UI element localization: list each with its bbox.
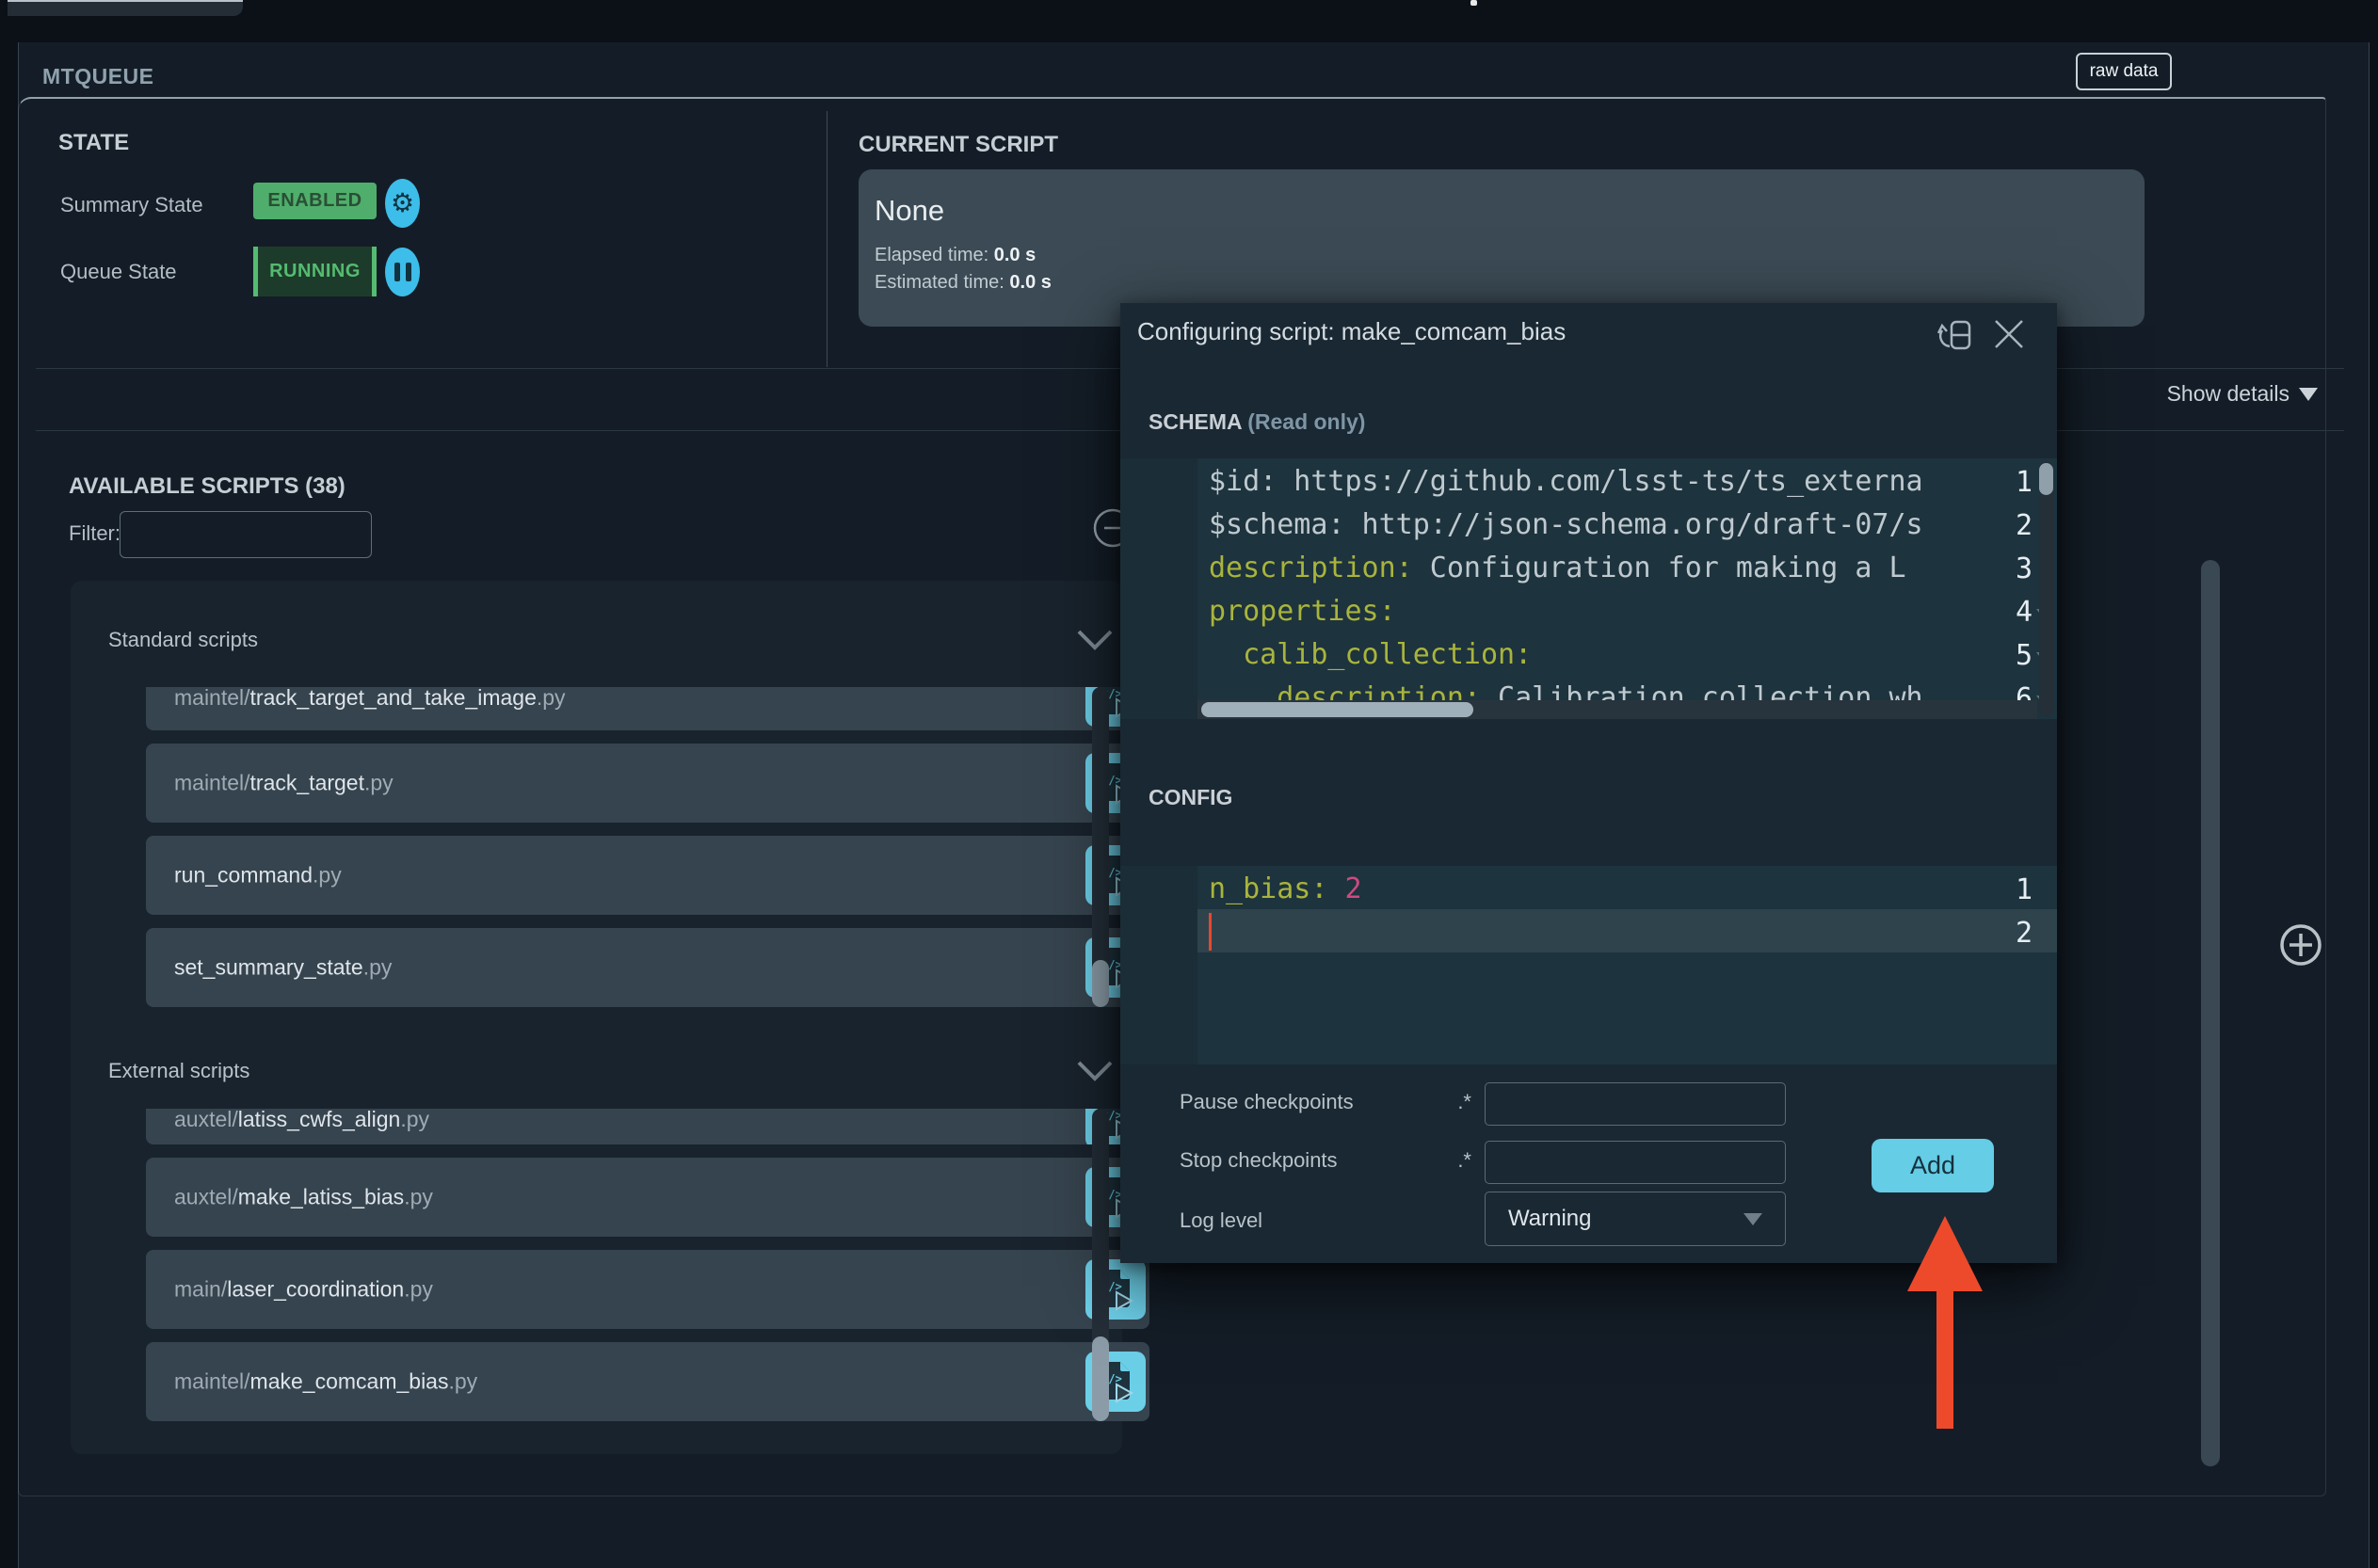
stop-checkpoints-label: Stop checkpoints .* bbox=[1180, 1148, 1471, 1172]
line-number: 4 bbox=[2015, 596, 2033, 629]
line-number: 1 bbox=[2015, 873, 2033, 906]
page-title: MTQUEUE bbox=[42, 64, 154, 88]
pause-checkpoints-label: Pause checkpoints .* bbox=[1180, 1090, 1471, 1113]
schema-vertical-scrollbar[interactable] bbox=[2039, 461, 2053, 716]
code-line: n_bias: 2 bbox=[1209, 872, 1362, 905]
current-script-name: None bbox=[875, 194, 945, 227]
available-scripts-title: AVAILABLE SCRIPTS (38) bbox=[69, 473, 345, 499]
script-item[interactable]: set_summary_state.py </> bbox=[146, 928, 1149, 1007]
script-filename: run_command.py bbox=[174, 862, 342, 888]
script-filename: maintel/track_target.py bbox=[174, 770, 394, 795]
script-item[interactable]: maintel/track_target.py </> bbox=[146, 744, 1149, 823]
group-label: Standard scripts bbox=[108, 628, 258, 651]
schema-gutter bbox=[1120, 458, 1197, 719]
code-line: properties: bbox=[1209, 595, 1396, 628]
script-item[interactable]: auxtel/latiss_cwfs_align.py </> bbox=[146, 1109, 1149, 1144]
standard-scrollbar[interactable] bbox=[1092, 687, 1109, 1007]
pause-checkpoints-input[interactable] bbox=[1485, 1082, 1786, 1126]
script-filename: main/laser_coordination.py bbox=[174, 1276, 433, 1302]
script-item[interactable]: maintel/make_comcam_bias.py </> bbox=[146, 1342, 1149, 1421]
code-line: $schema: http://json-schema.org/draft-07… bbox=[1209, 508, 1923, 541]
pause-queue-button[interactable] bbox=[385, 248, 420, 296]
code-line: $id: https://github.com/lsst-ts/ts_exter… bbox=[1209, 465, 1923, 498]
config-section-label: CONFIG bbox=[1149, 785, 1233, 809]
schema-vertical-thumb[interactable] bbox=[2039, 463, 2053, 495]
queue-state-label: Queue State bbox=[60, 260, 177, 283]
script-filename: maintel/make_comcam_bias.py bbox=[174, 1368, 478, 1394]
chevron-down-icon bbox=[1077, 1061, 1113, 1081]
active-line-highlight bbox=[1197, 909, 2057, 952]
filter-input[interactable] bbox=[120, 511, 372, 558]
raw-data-button[interactable]: raw data bbox=[2076, 53, 2172, 90]
stop-checkpoints-input[interactable] bbox=[1485, 1141, 1786, 1184]
pause-icon bbox=[392, 263, 414, 281]
summary-state-badge: ENABLED bbox=[253, 183, 377, 219]
close-modal-button[interactable] bbox=[1992, 318, 2026, 350]
group-collapse-toggle[interactable] bbox=[1076, 1059, 1114, 1083]
modal-title: Configuring script: make_comcam_bias bbox=[1137, 317, 1567, 345]
configure-script-modal: Configuring script: make_comcam_bias SCH… bbox=[1120, 303, 2057, 1263]
script-filename: auxtel/make_latiss_bias.py bbox=[174, 1184, 433, 1209]
state-section-title: STATE bbox=[58, 130, 130, 155]
queue-state-badge: RUNNING bbox=[253, 247, 377, 296]
log-level-label: Log level bbox=[1180, 1208, 1263, 1232]
script-item[interactable]: main/laser_coordination.py </> bbox=[146, 1250, 1149, 1329]
summary-state-label: Summary State bbox=[60, 193, 203, 216]
external-scrollbar-thumb[interactable] bbox=[1092, 1336, 1109, 1421]
config-gutter bbox=[1120, 866, 1197, 1064]
script-filename: auxtel/latiss_cwfs_align.py bbox=[174, 1109, 430, 1131]
elapsed-time: Elapsed time: 0.0 s bbox=[875, 245, 1036, 265]
chevron-down-icon bbox=[1077, 630, 1113, 650]
scripts-list: Standard scripts maintel/track_target_an… bbox=[71, 581, 1149, 1454]
browser-tab-remnant bbox=[8, 0, 243, 16]
chevron-down-icon bbox=[2299, 387, 2318, 401]
config-editor[interactable]: 1 n_bias: 2 2 bbox=[1120, 866, 2057, 1064]
script-item[interactable]: run_command.py </> bbox=[146, 836, 1149, 915]
add-panel-button[interactable] bbox=[2278, 922, 2323, 968]
undock-icon bbox=[1937, 320, 1971, 350]
line-number: 2 bbox=[2015, 917, 2033, 950]
line-number: 3 bbox=[2015, 552, 2033, 585]
top-dot bbox=[1470, 0, 1477, 6]
estimated-time: Estimated time: 0.0 s bbox=[875, 272, 1052, 293]
app-root: MTQUEUE raw data STATE Summary State ENA… bbox=[0, 0, 2378, 1568]
schema-horizontal-thumb[interactable] bbox=[1201, 702, 1473, 717]
script-item[interactable]: auxtel/make_latiss_bias.py </> bbox=[146, 1158, 1149, 1237]
select-caret-icon bbox=[1743, 1212, 1762, 1225]
schema-editor[interactable]: 1 $id: https://github.com/lsst-ts/ts_exte… bbox=[1120, 458, 2057, 719]
text-cursor bbox=[1209, 913, 1212, 951]
filter-label: Filter: bbox=[69, 521, 121, 545]
line-number: 5 bbox=[2015, 639, 2033, 672]
group-label: External scripts bbox=[108, 1059, 250, 1082]
gear-icon: ⚙ bbox=[390, 188, 415, 217]
line-number: 1 bbox=[2015, 466, 2033, 499]
schema-section-label: SCHEMA (Read only) bbox=[1149, 409, 1366, 434]
standard-scrollbar-thumb[interactable] bbox=[1092, 960, 1109, 1007]
plus-circle-icon bbox=[2280, 924, 2322, 966]
code-line: description: Configuration for making a … bbox=[1209, 552, 1906, 584]
annotation-arrow bbox=[1907, 1216, 1983, 1429]
queue-scrollbar[interactable] bbox=[2201, 560, 2220, 1466]
script-filename: maintel/track_target_and_take_image.py bbox=[174, 687, 566, 710]
undock-button[interactable] bbox=[1937, 318, 1975, 354]
add-button[interactable]: Add bbox=[1872, 1139, 1994, 1192]
current-script-title: CURRENT SCRIPT bbox=[859, 132, 1059, 157]
summary-state-settings-button[interactable]: ⚙ bbox=[385, 179, 420, 228]
code-line: calib_collection: bbox=[1209, 638, 1533, 671]
log-level-select[interactable]: Warning bbox=[1485, 1192, 1786, 1246]
script-filename: set_summary_state.py bbox=[174, 954, 393, 980]
close-icon bbox=[1995, 320, 2023, 348]
top-bar bbox=[0, 0, 2378, 42]
group-collapse-toggle[interactable] bbox=[1076, 628, 1114, 652]
script-item[interactable]: maintel/track_target_and_take_image.py <… bbox=[146, 687, 1149, 730]
line-number: 2 bbox=[2015, 509, 2033, 542]
